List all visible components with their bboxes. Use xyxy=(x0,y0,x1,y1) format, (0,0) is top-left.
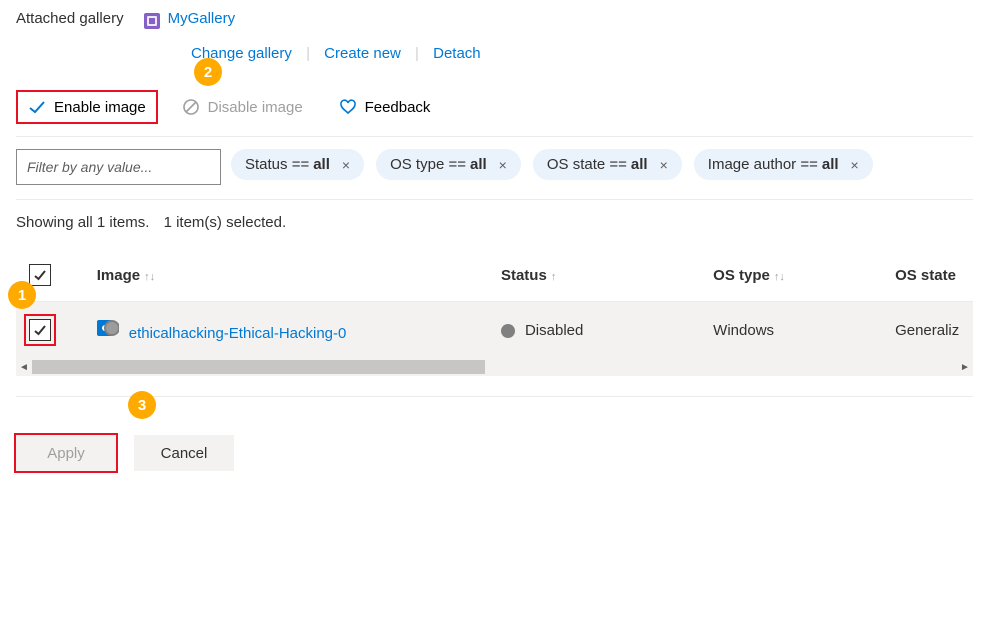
filter-pill[interactable]: Image author == all × xyxy=(694,149,873,180)
results-selected: 1 item(s) selected. xyxy=(164,214,287,231)
column-header-os-type[interactable]: OS type↑↓ xyxy=(705,249,887,302)
cancel-button[interactable]: Cancel xyxy=(134,435,234,471)
close-icon[interactable]: × xyxy=(851,157,859,173)
scroll-left-arrow[interactable]: ◄ xyxy=(16,362,32,373)
check-icon xyxy=(28,98,46,116)
image-name-link[interactable]: ethicalhacking-Ethical-Hacking-0 xyxy=(129,325,347,342)
results-count: Showing all 1 items. xyxy=(16,214,149,231)
os-state-cell: Generaliz xyxy=(887,302,973,359)
detach-link[interactable]: Detach xyxy=(433,45,481,62)
pill-value: all xyxy=(631,156,648,173)
sort-icon: ↑↓ xyxy=(774,271,785,283)
scroll-thumb[interactable] xyxy=(32,360,485,374)
close-icon[interactable]: × xyxy=(499,157,507,173)
column-header-image[interactable]: Image↑↓ xyxy=(89,249,493,302)
scroll-track[interactable] xyxy=(32,358,957,376)
feedback-label: Feedback xyxy=(365,99,431,116)
feedback-button[interactable]: Feedback xyxy=(327,90,443,124)
pill-key: Status == xyxy=(245,156,309,173)
column-header-status[interactable]: Status↑ xyxy=(493,249,705,302)
gallery-header: Attached gallery MyGallery xyxy=(16,10,973,27)
close-icon[interactable]: × xyxy=(660,157,668,173)
row-checkbox[interactable] xyxy=(29,319,51,341)
heart-icon xyxy=(339,98,357,116)
enable-image-label: Enable image xyxy=(54,99,146,116)
os-type-cell: Windows xyxy=(705,302,887,359)
gallery-links-row: Change gallery | Create new | Detach xyxy=(181,45,973,62)
disable-image-label: Disable image xyxy=(208,99,303,116)
create-new-link[interactable]: Create new xyxy=(324,45,401,62)
select-all-checkbox[interactable] xyxy=(29,264,51,286)
disable-image-button: Disable image xyxy=(170,90,315,124)
images-table: Image↑↓ Status↑ OS type↑↓ OS state ethic… xyxy=(16,249,973,358)
sort-asc-icon: ↑ xyxy=(551,271,557,283)
callout-badge-1: 1 xyxy=(8,281,36,309)
filter-input[interactable] xyxy=(16,149,221,185)
footer-separator xyxy=(16,396,973,397)
pill-value: all xyxy=(470,156,487,173)
separator: | xyxy=(306,45,310,62)
pill-key: OS type == xyxy=(390,156,466,173)
close-icon[interactable]: × xyxy=(342,157,350,173)
scroll-right-arrow[interactable]: ► xyxy=(957,362,973,373)
forbid-icon xyxy=(182,98,200,116)
images-table-wrap: 1 Image↑↓ Status↑ OS type↑↓ xyxy=(16,249,973,376)
filter-pill[interactable]: OS state == all × xyxy=(533,149,682,180)
vm-icon xyxy=(97,318,119,338)
gallery-icon xyxy=(144,13,160,29)
status-dot-icon xyxy=(501,324,515,338)
toolbar: 2 Enable image Disable image Feedback xyxy=(16,90,973,137)
column-header-os-state[interactable]: OS state xyxy=(887,249,973,302)
table-row[interactable]: ethicalhacking-Ethical-Hacking-0 Disabled… xyxy=(16,302,973,359)
sort-icon: ↑↓ xyxy=(144,271,155,283)
enable-image-button[interactable]: Enable image xyxy=(16,90,158,124)
results-summary: Showing all 1 items. 1 item(s) selected. xyxy=(16,214,973,231)
pill-value: all xyxy=(313,156,330,173)
filter-pill[interactable]: OS type == all × xyxy=(376,149,521,180)
pill-key: Image author == xyxy=(708,156,818,173)
filter-pills: Status == all×OS type == all×OS state ==… xyxy=(231,149,873,180)
filter-pill[interactable]: Status == all × xyxy=(231,149,364,180)
attached-gallery-label: Attached gallery xyxy=(16,10,124,27)
filter-section: Status == all×OS type == all×OS state ==… xyxy=(16,149,973,200)
pill-value: all xyxy=(822,156,839,173)
gallery-name-link[interactable]: MyGallery xyxy=(168,10,236,27)
separator: | xyxy=(415,45,419,62)
footer: 3 Apply Cancel xyxy=(16,411,973,471)
apply-button[interactable]: Apply xyxy=(16,435,116,471)
pill-key: OS state == xyxy=(547,156,627,173)
status-text: Disabled xyxy=(525,322,583,339)
horizontal-scrollbar[interactable]: ◄ ► xyxy=(16,358,973,376)
callout-badge-3: 3 xyxy=(128,391,156,419)
callout-badge-2: 2 xyxy=(194,58,222,86)
